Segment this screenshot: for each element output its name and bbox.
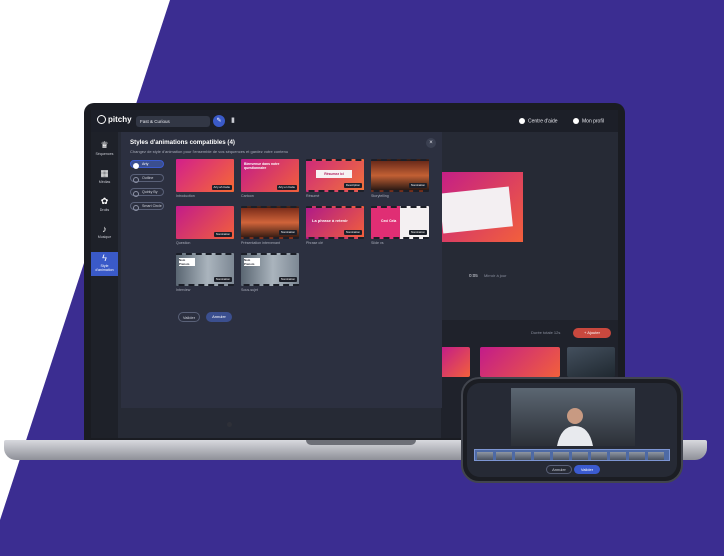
filter-arty[interactable]: Arty [130, 160, 164, 169]
phone-timeline[interactable] [474, 449, 670, 461]
mirror-toggle[interactable]: Mirroir à jour [484, 273, 506, 278]
trash-icon[interactable]: ▮ [231, 116, 239, 126]
filter-quirky[interactable]: Quirky By [130, 188, 164, 197]
sidebar-item-sequences[interactable]: ♛ Séquences [91, 140, 118, 156]
add-button[interactable]: + Ajouter [573, 328, 611, 338]
template-card[interactable]: Ceci Cela Nomination [371, 206, 429, 239]
template-label: Présentation intervenant [241, 241, 280, 245]
crown-icon: ♛ [100, 140, 109, 150]
current-time: 0:05 [469, 273, 478, 278]
modal-subtitle: Changez de style d'animation pour l'ense… [130, 149, 289, 154]
template-label: Phrase clé [306, 241, 323, 245]
close-icon[interactable]: × [426, 138, 436, 148]
help-icon [519, 118, 525, 124]
template-card[interactable]: Nomination [371, 159, 429, 192]
filter-smart-circle[interactable]: Smart Circle [130, 202, 164, 211]
sidebar-item-medias[interactable]: ▦ Médias [91, 168, 118, 184]
project-name-field[interactable]: Fast & Curious [136, 116, 210, 127]
profile-link[interactable]: Mon profil [573, 118, 604, 124]
template-card[interactable]: Nomination [241, 206, 299, 239]
help-link[interactable]: Centre d'aide [519, 118, 558, 124]
sidebar-item-musique[interactable]: ♪ Musique [91, 224, 118, 239]
modal-title: Styles d'animations compatibles (4) [130, 139, 235, 146]
logo-icon [97, 115, 106, 125]
template-label: Question [176, 241, 191, 245]
template-card[interactable]: Nom Prénom Nomination [176, 253, 234, 286]
template-label: Résumé [306, 194, 320, 198]
media-icon: ▦ [100, 168, 109, 178]
edit-icon[interactable]: ✎ [213, 115, 225, 127]
sidebar-item-droits[interactable]: ✿ Droits [91, 196, 118, 212]
sequence-thumb[interactable] [567, 347, 615, 377]
music-icon: ♪ [102, 224, 107, 234]
template-card[interactable]: Bienvenue dans notre questionnaire Arty e… [241, 159, 299, 192]
template-label: Slide vs [371, 241, 384, 245]
template-card[interactable]: Nom Prénom Nomination [241, 253, 299, 286]
template-label: Sous-sujet [241, 288, 258, 292]
duration-label: Durée totale 12s [531, 330, 561, 335]
template-label: Interview [176, 288, 191, 292]
phone-cancel-button[interactable]: Annuler [546, 465, 572, 474]
styles-modal: Styles d'animations compatibles (4) Chan… [121, 132, 442, 408]
phone-screen: Annuler Valider [467, 383, 677, 477]
person-image [557, 408, 593, 446]
laptop-notch [306, 440, 416, 445]
lightning-icon: ϟ [102, 253, 107, 263]
sidebar: ♛ Séquences ▦ Médias ✿ Droits ♪ Musique ϟ Sty… [91, 132, 118, 438]
app-logo[interactable]: pitchy [97, 115, 132, 125]
template-card[interactable]: Nomination [176, 206, 234, 239]
template-card[interactable]: Résumez ici Description [306, 159, 364, 192]
template-card[interactable]: La phrase à retenir Nomination [306, 206, 364, 239]
sidebar-item-style[interactable]: ϟ Style d'animation [91, 252, 118, 276]
phone-validate-button[interactable]: Valider [574, 465, 600, 474]
cancel-button[interactable]: Annuler [206, 312, 232, 322]
validate-button[interactable]: Valider [178, 312, 200, 322]
template-label: Cartoon [241, 194, 254, 198]
template-label: Storytelling [371, 194, 389, 198]
laptop-camera [227, 422, 232, 427]
filter-outline[interactable]: Outline [130, 174, 164, 183]
template-label: Introduction [176, 194, 195, 198]
sequence-thumb[interactable] [440, 347, 470, 377]
user-icon [573, 118, 579, 124]
top-bar: pitchy Fast & Curious ✎ ▮ Centre d'aide … [91, 110, 618, 132]
sequence-thumb[interactable] [480, 347, 560, 377]
template-card[interactable]: Arty ah Carte [176, 159, 234, 192]
video-preview [433, 172, 523, 242]
phone-video [511, 388, 635, 446]
palette-icon: ✿ [100, 196, 109, 206]
